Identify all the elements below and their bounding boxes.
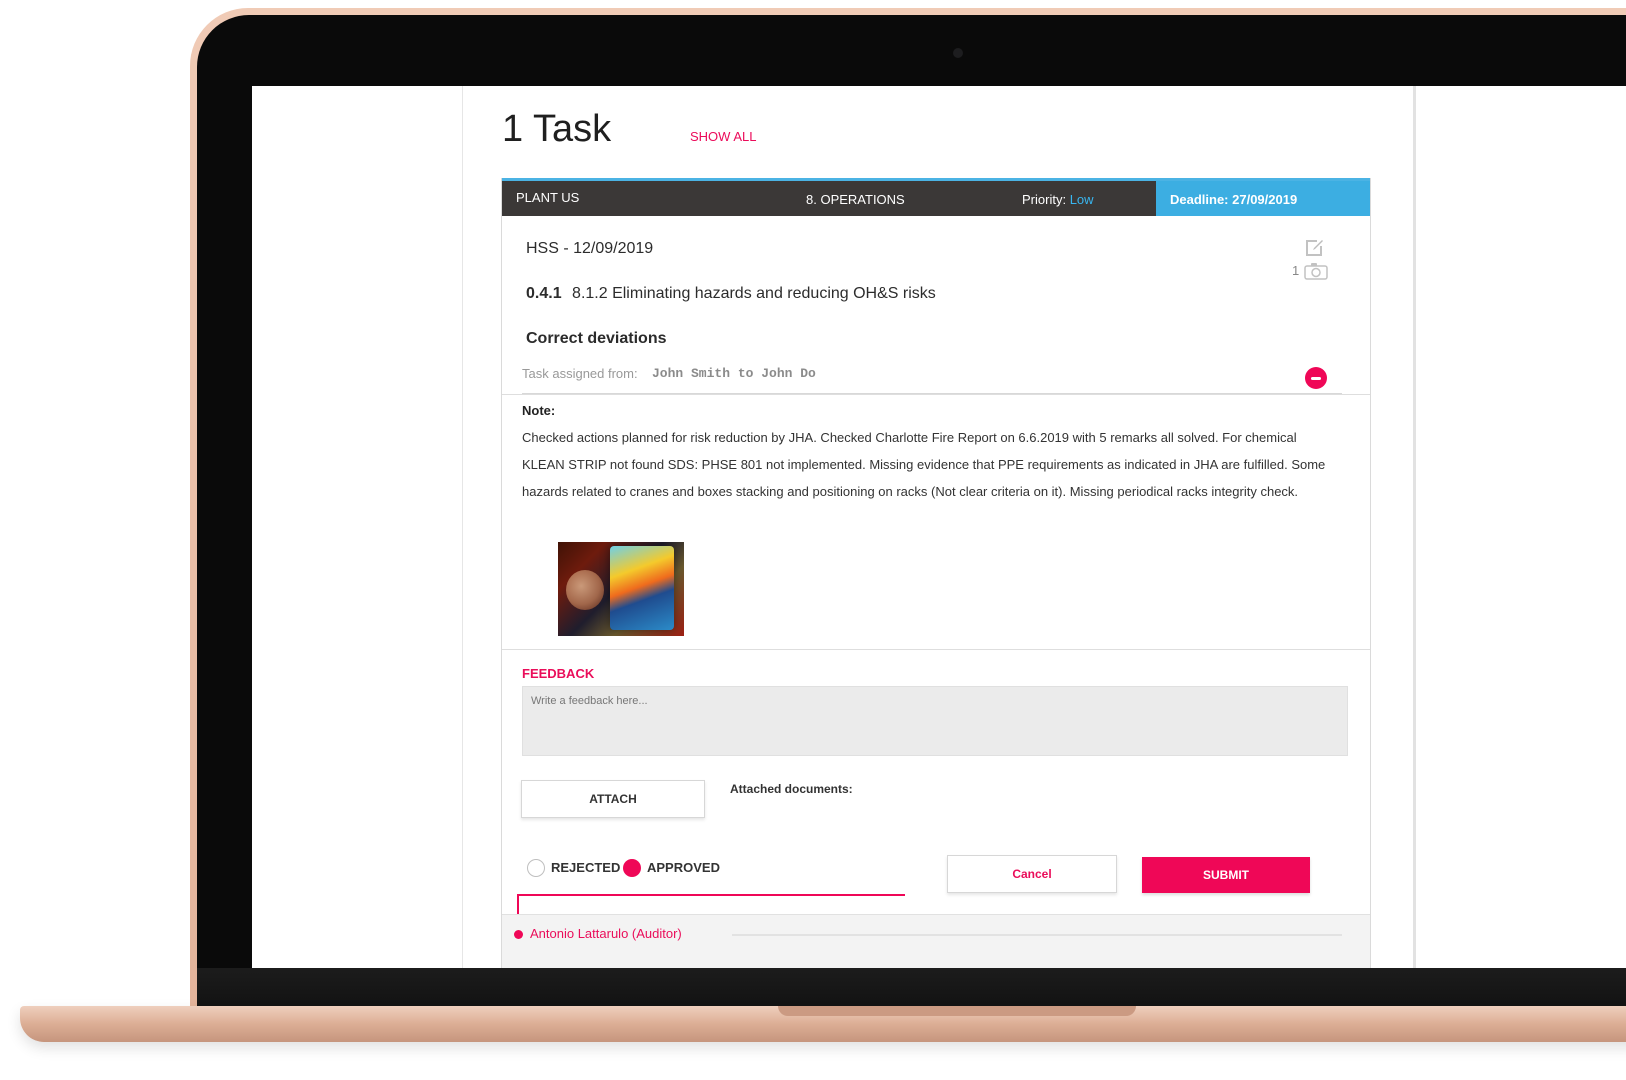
photo-thumbnail[interactable]	[558, 542, 684, 636]
feedback-input[interactable]	[522, 686, 1348, 756]
show-all-link[interactable]: SHOW ALL	[690, 129, 756, 144]
decision-radio-group: REJECTED APPROVED	[527, 859, 827, 883]
requirement-line: 0.4.1 8.1.2 Eliminating hazards and redu…	[526, 285, 936, 303]
feedback-label: FEEDBACK	[522, 666, 595, 681]
laptop-chin	[197, 968, 1626, 1008]
audit-line: HSS - 12/09/2019	[526, 240, 654, 257]
cancel-button[interactable]: Cancel	[947, 855, 1117, 893]
plant-label: PLANT US	[516, 190, 580, 205]
page-title: 1 Task	[502, 108, 612, 150]
approved-label[interactable]: APPROVED	[647, 860, 720, 875]
priority-label: Priority:	[1022, 192, 1067, 207]
camera-icon[interactable]	[1304, 262, 1328, 280]
priority-display: Priority: Low	[1022, 192, 1094, 207]
app-screen: 1 Task SHOW ALL PLANT US 8. OPERATIONS P…	[252, 86, 1626, 968]
operations-label: 8. OPERATIONS	[806, 192, 905, 207]
requirement-text: 8.1.2 Eliminating hazards and reducing O…	[572, 285, 936, 302]
history-band	[502, 915, 1370, 968]
photo-count: 1	[1292, 263, 1300, 278]
assignment-row: Task assigned from: John Smith to John D…	[522, 363, 1342, 394]
deadline-label: Deadline: 27/09/2019	[1170, 192, 1298, 207]
laptop-notch	[778, 1006, 1136, 1016]
approved-radio[interactable]	[623, 859, 641, 877]
submit-button[interactable]: SUBMIT	[1142, 857, 1310, 893]
collapse-button[interactable]	[1305, 367, 1327, 389]
edit-icon[interactable]	[1302, 236, 1326, 260]
rejected-label[interactable]: REJECTED	[551, 860, 620, 875]
deviation-title: Correct deviations	[526, 330, 667, 347]
history-line	[732, 934, 1342, 936]
attach-button[interactable]: ATTACH	[521, 780, 705, 818]
note-text: Checked actions planned for risk reducti…	[522, 430, 1326, 499]
priority-value: Low	[1069, 192, 1094, 207]
rejected-radio[interactable]	[527, 859, 545, 877]
assigned-from-label: Task assigned from:	[522, 366, 638, 381]
requirement-code: 0.4.1	[526, 285, 562, 302]
feedback-divider	[502, 649, 1370, 650]
note-label: Note:	[522, 403, 556, 418]
camera-dot	[953, 48, 963, 58]
history-dot-icon	[514, 930, 523, 939]
section-divider	[502, 394, 1370, 395]
decision-underline	[517, 894, 905, 896]
task-header-bar: PLANT US 8. OPERATIONS Priority: Low Dea…	[502, 178, 1370, 216]
task-card: PLANT US 8. OPERATIONS Priority: Low Dea…	[501, 178, 1371, 968]
auditor-name-link[interactable]: Antonio Lattarulo (Auditor)	[530, 926, 682, 941]
assigned-value: John Smith to John Do	[652, 366, 816, 381]
deadline-badge: Deadline: 27/09/2019	[1156, 181, 1370, 216]
attached-documents-label: Attached documents:	[730, 782, 853, 796]
